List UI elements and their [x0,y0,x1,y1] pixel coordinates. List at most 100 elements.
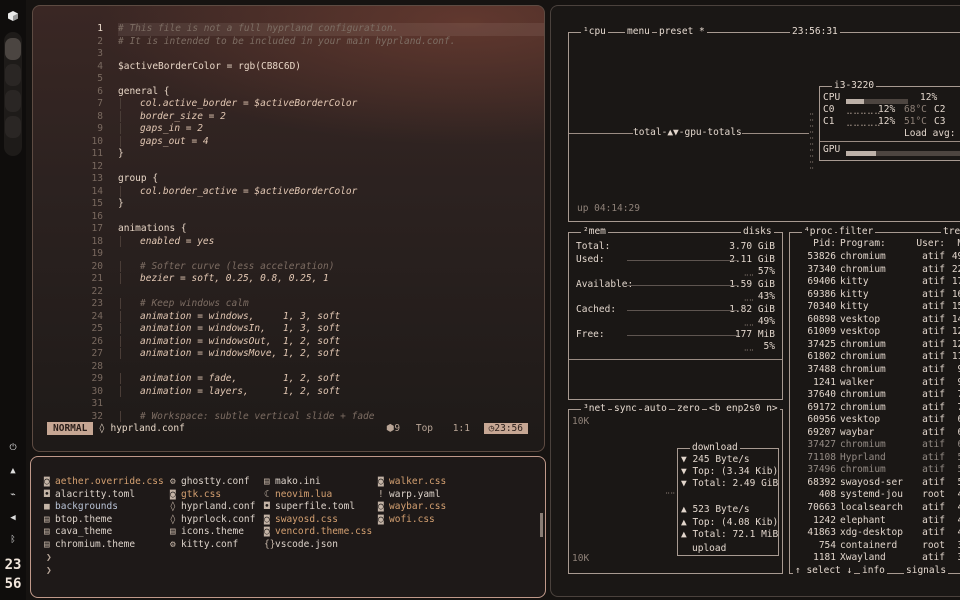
code-line[interactable]: animation = windows, 1, 3, soft [118,310,544,324]
proc-row[interactable]: 1242 elephant atif42 [790,515,960,528]
proc-row[interactable]: 70340 kitty atif 158 [790,301,960,314]
proc-row[interactable]: 37496 chromium atif56 [790,464,960,477]
proc-column-header[interactable]: Pid: [790,238,836,251]
code-line[interactable]: gaps_out = 4 [118,135,544,149]
file-entry[interactable]: ⚙ kitty.conf [170,539,255,552]
editor-window[interactable]: 1 2 3 4 5 6 7 8 9 10 11 12 13 14 15 16 17 18 19 20 21 22 23 24 2… [32,5,545,452]
proc-row[interactable]: 69386 kitty atif 165 [790,289,960,302]
file-entry[interactable]: ◙ walker.css [378,476,446,489]
file-entry[interactable]: ▤ icons.theme [170,526,255,539]
preset-button[interactable]: preset * [657,27,707,37]
code-line[interactable]: group { [118,173,544,186]
file-entry[interactable]: ■ backgrounds [44,501,164,514]
network-icon[interactable]: ⌁ [7,489,19,501]
proc-column-header[interactable]: Program: [840,238,912,251]
code-line[interactable]: gaps_in = 2 [118,123,544,136]
proc-row[interactable]: 70663 localsearch atif45 [790,502,960,515]
file-entry[interactable]: ▤ chromium.theme [44,539,164,552]
code-line[interactable]: enabled = yes [118,235,544,249]
file-entry[interactable]: ▤ btop.theme [44,514,164,527]
code-line[interactable] [118,248,544,261]
proc-row[interactable]: 71108 Hyprland atif58 [790,452,960,465]
code-line[interactable] [118,286,544,299]
file-entry[interactable]: ◙ wofi.css [378,514,446,527]
code-line[interactable]: # Keep windows calm [118,298,544,311]
disks-button[interactable]: disks [741,227,774,237]
file-entry[interactable]: ◊ hyprlock.conf [170,514,255,527]
cpu-box-title[interactable]: ¹cpu [581,27,608,37]
code-line[interactable]: bezier = soft, 0.25, 0.8, 0.25, 1 [118,273,544,286]
code-line[interactable]: general { [118,86,544,99]
proc-column-header[interactable]: Me [947,238,960,251]
power-icon[interactable]: ⏻ [7,442,19,454]
proc-tree-button[interactable]: tre [941,227,960,237]
file-entry[interactable]: {}vscode.json [264,539,372,552]
code-line[interactable]: # It is intended to be included in your … [118,36,544,49]
code-line[interactable]: col.active_border = $activeBorderColor [118,98,544,111]
code-line[interactable]: } [118,148,544,161]
proc-signals-control[interactable]: signals [904,566,949,576]
net-box-title[interactable]: ³net [581,404,608,414]
proc-row[interactable]: 60898 vesktop atif 145 [790,314,960,327]
proc-row[interactable]: 61802 chromium atif 115 [790,351,960,364]
file-entry[interactable]: ⚙ ghostty.conf [170,476,255,489]
proc-row[interactable]: 61009 vesktop atif 123 [790,326,960,339]
proc-row[interactable]: 37640 chromium atif72 [790,389,960,402]
workspace-1-button[interactable] [5,38,21,60]
code-line[interactable]: # Softer curve (less acceleration) [118,260,544,274]
file-entry[interactable]: ◙ vencord.theme.css [264,526,372,539]
workspace-3-button[interactable] [5,90,21,112]
proc-row[interactable]: 37488 chromium atif99 [790,364,960,377]
code-line[interactable]: animation = windowsMove, 1, 2, soft [118,348,544,361]
proc-row[interactable]: 754 containerd root37 [790,540,960,553]
code-line[interactable] [118,48,544,61]
code-line[interactable] [118,211,544,224]
proc-row[interactable]: 69406 kitty atif 177 [790,276,960,289]
code-line[interactable]: } [118,198,544,211]
net-sync-button[interactable]: sync [612,404,639,414]
file-entry[interactable]: ◙ aether.override.css [44,476,164,489]
mem-box-title[interactable]: ²mem [581,227,608,237]
file-entry[interactable]: ▤ cava_theme [44,526,164,539]
proc-row[interactable]: 37427 chromium atif60 [790,439,960,452]
net-interface-selector[interactable]: <b enp2s0 n> [707,404,780,414]
chevron-up-icon[interactable]: ▲ [7,465,19,477]
shell-prompts[interactable]: ❯ ❯ [46,552,52,577]
code-line[interactable]: animation = windowsOut, 1, 2, soft [118,335,544,349]
file-entry[interactable]: ◊ hyprland.conf [170,501,255,514]
btop-window[interactable]: ¹cpu menu preset * 23:56:31 total-▲▼-gpu… [550,5,960,597]
file-entry[interactable]: ◘ superfile.toml [264,501,372,514]
code-line[interactable]: animations { [118,223,544,236]
proc-row[interactable]: 69207 waybar atif64 [790,427,960,440]
proc-column-header[interactable]: User: [905,238,945,251]
file-entry[interactable]: ◙ gtk.css [170,489,255,502]
proc-select-control[interactable]: ↑ select ↓ [793,566,855,576]
code-line[interactable]: # This file is not a full hyprland confi… [118,23,544,36]
terminal-file-listing[interactable]: ◙ aether.override.css ◘ alacritty.toml ■ back… [30,456,546,598]
proc-row[interactable]: 1181 Xwayland atif37 [790,552,960,565]
proc-row[interactable]: 1241 walker atif90 [790,377,960,390]
proc-row[interactable]: 68392 swayosd-ser atif55 [790,477,960,490]
proc-filter-button[interactable]: filter [837,227,876,237]
menu-button[interactable]: menu [625,27,652,37]
code-line[interactable]: animation = fade, 1, 2, soft [118,373,544,386]
bluetooth-icon[interactable]: ᛒ [7,534,19,546]
hyprland-logo-icon[interactable] [8,11,18,21]
file-entry[interactable]: ◘ alacritty.toml [44,489,164,502]
code-line[interactable] [118,361,544,374]
volume-icon[interactable]: ◀ [7,512,19,524]
proc-row[interactable]: 41863 xdg-desktop atif42 [790,527,960,540]
workspace-2-button[interactable] [5,64,21,86]
code-line[interactable] [118,398,544,411]
code-line[interactable] [118,73,544,86]
file-entry[interactable]: ▤ mako.ini [264,476,372,489]
file-entry[interactable]: ! warp.yaml [378,489,446,502]
proc-info-control[interactable]: info [860,566,887,576]
proc-box-title[interactable]: ⁴proc [802,227,835,237]
net-auto-button[interactable]: auto [642,404,669,414]
proc-row[interactable]: 69172 chromium atif70 [790,402,960,415]
code-line[interactable]: $activeBorderColor = rgb(CB8C6D) [118,61,544,74]
workspace-4-button[interactable] [5,116,21,138]
code-line[interactable] [118,161,544,174]
terminal-scrollbar[interactable] [540,513,543,537]
